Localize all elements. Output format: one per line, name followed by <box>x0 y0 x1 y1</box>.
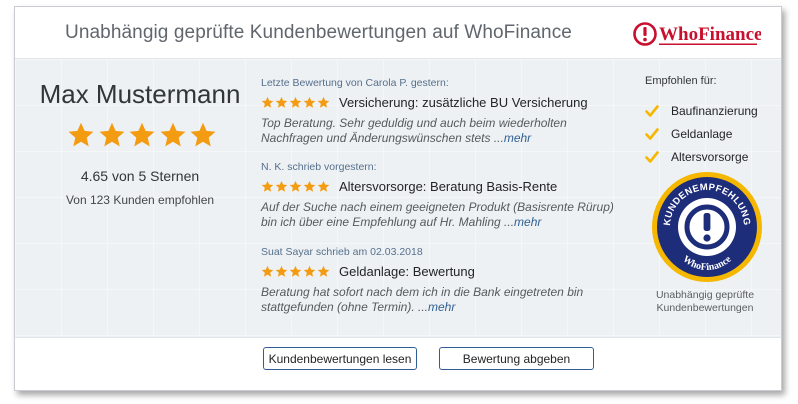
review-title: Geldanlage: Bewertung <box>339 264 475 279</box>
star-icon <box>261 96 274 108</box>
write-review-button[interactable]: Bewertung abgeben <box>439 347 594 370</box>
star-icon <box>275 96 288 108</box>
star-icon <box>317 265 330 277</box>
review-title: Altersvorsorge: Beratung Basis-Rente <box>339 179 558 194</box>
review-text: Beratung hat sofort nach dem ich in die … <box>261 285 621 315</box>
review-item: N. K. schrieb vorgestern: Altersvorsorge… <box>261 161 621 230</box>
widget-footer: Kundenbewertungen lesen Bewertung abgebe… <box>15 337 781 390</box>
star-icon <box>317 180 330 192</box>
recommended-for-label: Geldanlage <box>671 126 733 141</box>
star-icon <box>68 122 94 147</box>
review-meta: Suat Sayar schrieb am 02.03.2018 <box>261 246 423 258</box>
kundenempfehlung-seal-icon[interactable]: KUNDENEMPFEHLUNG WhoFinance <box>651 171 763 283</box>
star-icon <box>99 122 124 147</box>
review-text: Top Beratung. Sehr geduldig und auch bei… <box>261 116 621 146</box>
star-icon <box>303 180 316 192</box>
review-excerpt: Auf der Suche nach einem geeigneten Prod… <box>261 200 614 229</box>
review-item: Suat Sayar schrieb am 02.03.2018 Geldanl… <box>261 246 621 315</box>
review-text: Auf der Suche nach einem geeigneten Prod… <box>261 200 621 230</box>
recommended-for-item: Altersvorsorge <box>645 145 758 168</box>
check-icon <box>645 127 659 140</box>
review-star-rating <box>261 180 331 193</box>
star-icon <box>275 265 288 277</box>
recommended-for-item: Baufinanzierung <box>645 99 758 122</box>
review-meta: N. K. schrieb vorgestern: <box>261 161 377 173</box>
star-icon <box>303 265 316 277</box>
star-icon <box>289 265 302 277</box>
recommend-count: Von 123 Kunden empfohlen <box>65 193 215 207</box>
star-icon <box>275 180 288 192</box>
review-star-rating <box>261 265 331 278</box>
review-star-rating <box>261 96 331 109</box>
whofinance-logo[interactable]: WhoFinance <box>633 21 761 47</box>
star-icon <box>289 96 302 108</box>
star-icon <box>317 96 330 108</box>
recommended-for-label: Altersvorsorge <box>671 149 749 164</box>
review-meta: Letzte Bewertung von Carola P. gestern: <box>261 77 449 89</box>
review-widget: Unabhängig geprüfte Kundenbewertungen au… <box>14 6 782 391</box>
widget-title: Unabhängig geprüfte Kundenbewertungen au… <box>65 22 572 43</box>
seal-caption: Unabhängig geprüfte Kundenbewertungen <box>627 289 781 315</box>
more-link[interactable]: mehr <box>428 300 455 314</box>
rating-summary: 4.65 von 5 Sternen <box>80 168 200 184</box>
seal-caption-line: Kundenbewertungen <box>656 302 754 314</box>
read-reviews-button[interactable]: Kundenbewertungen lesen <box>263 347 417 370</box>
review-excerpt: Beratung hat sofort nach dem ich in die … <box>261 285 584 314</box>
recommended-for-list: Baufinanzierung Geldanlage Altersvorsorg… <box>645 99 758 168</box>
check-icon <box>645 150 659 163</box>
recommended-for-title: Empfohlen für: <box>645 75 717 87</box>
logo-text: WhoFinance <box>659 24 761 45</box>
star-icon <box>190 122 216 147</box>
star-icon <box>261 180 274 192</box>
star-icon <box>261 265 274 277</box>
more-link[interactable]: mehr <box>504 131 531 145</box>
review-item: Letzte Bewertung von Carola P. gestern: … <box>261 77 621 146</box>
advisor-name: Max Mustermann <box>39 79 241 109</box>
widget-header: Unabhängig geprüfte Kundenbewertungen au… <box>15 7 781 59</box>
recommended-for-item: Geldanlage <box>645 122 758 145</box>
more-link[interactable]: mehr <box>514 215 541 229</box>
overall-star-rating <box>67 121 217 151</box>
star-icon <box>129 122 155 147</box>
seal-caption-line: Unabhängig geprüfte <box>655 289 755 301</box>
star-icon <box>303 96 316 108</box>
review-title: Versicherung: zusätzliche BU Versicherun… <box>339 95 588 110</box>
check-icon <box>645 104 659 117</box>
star-icon <box>160 122 185 147</box>
star-icon <box>289 180 302 192</box>
recommended-for-label: Baufinanzierung <box>671 103 758 118</box>
